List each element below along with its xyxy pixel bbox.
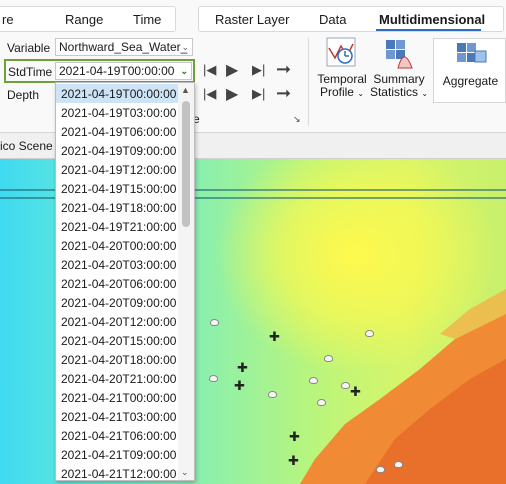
map-point-marker	[209, 375, 218, 382]
temporal-profile-button[interactable]: Temporal Profile ⌄	[314, 34, 370, 102]
tab-time[interactable]: Time	[133, 12, 161, 27]
dropdown-option[interactable]: 2021-04-19T09:00:00	[56, 141, 178, 160]
dropdown-option[interactable]: 2021-04-19T06:00:00	[56, 122, 178, 141]
aggregate-icon	[457, 43, 487, 63]
dialog-launcher-icon[interactable]: ↘	[293, 114, 301, 125]
map-point-marker	[394, 461, 403, 468]
dropdown-option[interactable]: 2021-04-20T06:00:00	[56, 274, 178, 293]
stdtime-value: 2021-04-19T00:00:00	[59, 64, 175, 78]
tab-raster-layer[interactable]: Raster Layer	[215, 12, 289, 27]
variable-value: Northward_Sea_Water_	[59, 40, 188, 54]
summary-statistics-icon	[386, 40, 413, 69]
step-back-icon[interactable]: |◀	[203, 62, 216, 78]
dropdown-option[interactable]: 2021-04-20T00:00:00	[56, 236, 178, 255]
aggregate-label: Aggregate	[442, 74, 499, 88]
dropdown-option[interactable]: 2021-04-19T12:00:00	[56, 160, 178, 179]
left-tab-group: re Range Time	[0, 6, 176, 32]
dropdown-option[interactable]: 2021-04-20T09:00:00	[56, 293, 178, 312]
dropdown-option[interactable]: 2021-04-19T21:00:00	[56, 217, 178, 236]
map-crosshair-marker: ✚	[289, 429, 300, 444]
stdtime-label: StdTime	[8, 65, 53, 79]
stdtime-select[interactable]: 2021-04-19T00:00:00 ⌄	[55, 62, 192, 80]
map-point-marker	[341, 382, 350, 389]
map-point-marker	[324, 355, 333, 362]
tab-multidimensional[interactable]: Multidimensional	[379, 12, 485, 27]
ribbon-separator	[308, 38, 309, 126]
map-crosshair-marker: ✚	[350, 384, 361, 399]
summary-statistics-label: Summary Statistics ⌄	[369, 72, 429, 99]
map-point-marker	[317, 399, 326, 406]
scroll-down-icon[interactable]: ⌄	[181, 467, 189, 478]
map-crosshair-marker: ✚	[237, 360, 248, 375]
step-forward-icon[interactable]: ▶|	[252, 62, 265, 78]
dropdown-option[interactable]: 2021-04-20T18:00:00	[56, 350, 178, 369]
chevron-down-icon: ⌄	[180, 66, 188, 76]
tab-data[interactable]: Data	[319, 12, 346, 27]
tab-scene[interactable]: ico Scene	[0, 139, 53, 153]
scrollbar-thumb[interactable]	[182, 101, 190, 227]
dropdown-option[interactable]: 2021-04-21T12:00:00	[56, 464, 178, 480]
play-icon[interactable]: ▶	[226, 60, 238, 80]
step-back-icon[interactable]: |◀	[203, 86, 216, 102]
chevron-down-icon: ⌄	[421, 89, 429, 98]
tab-cut-off[interactable]: re	[2, 12, 14, 27]
map-crosshair-marker: ✚	[288, 453, 299, 468]
dropdown-option[interactable]: 2021-04-20T15:00:00	[56, 331, 178, 350]
dropdown-option[interactable]: 2021-04-20T12:00:00	[56, 312, 178, 331]
summary-statistics-button[interactable]: Summary Statistics ⌄	[370, 34, 428, 102]
dropdown-scrollbar[interactable]: ▲ ⌄	[178, 83, 194, 480]
map-point-marker	[268, 391, 277, 398]
dropdown-option[interactable]: 2021-04-19T15:00:00	[56, 179, 178, 198]
map-point-marker	[376, 466, 385, 473]
map-point-marker	[365, 330, 374, 337]
map-point-marker	[210, 319, 219, 326]
map-crosshair-marker: ✚	[234, 378, 245, 393]
temporal-profile-label: Temporal Profile ⌄	[317, 72, 367, 99]
variable-select[interactable]: Northward_Sea_Water_ ⌄	[55, 38, 193, 56]
depth-label: Depth	[7, 88, 40, 102]
dropdown-option[interactable]: 2021-04-21T00:00:00	[56, 388, 178, 407]
map-point-marker	[309, 377, 318, 384]
dropdown-option[interactable]: 2021-04-21T03:00:00	[56, 407, 178, 426]
dropdown-option[interactable]: 2021-04-19T00:00:00	[56, 84, 178, 103]
dropdown-option[interactable]: 2021-04-20T03:00:00	[56, 255, 178, 274]
scroll-up-icon[interactable]: ▲	[181, 85, 190, 95]
chevron-down-icon: ⌄	[357, 89, 365, 98]
dropdown-option[interactable]: 2021-04-19T18:00:00	[56, 198, 178, 217]
temporal-profile-icon	[326, 37, 356, 67]
play-icon[interactable]: ▶	[226, 84, 238, 104]
active-tab-indicator	[376, 29, 481, 31]
step-forward-icon[interactable]: ▶|	[252, 86, 265, 102]
chevron-down-icon: ⌄	[181, 42, 189, 52]
dropdown-option[interactable]: 2021-04-21T06:00:00	[56, 426, 178, 445]
dropdown-option[interactable]: 2021-04-21T09:00:00	[56, 445, 178, 464]
map-crosshair-marker: ✚	[269, 329, 280, 344]
dropdown-option[interactable]: 2021-04-19T03:00:00	[56, 103, 178, 122]
dropdown-option[interactable]: 2021-04-20T21:00:00	[56, 369, 178, 388]
stdtime-dropdown-list[interactable]: 2021-04-19T00:00:00 2021-04-19T03:00:00 20…	[55, 82, 195, 481]
aggregate-button[interactable]: Aggregate	[433, 38, 506, 103]
variable-label: Variable	[7, 41, 51, 55]
tab-range[interactable]: Range	[65, 12, 103, 27]
arrow-right-icon[interactable]: ➞	[276, 83, 291, 104]
arrow-right-icon[interactable]: ➞	[276, 59, 291, 80]
